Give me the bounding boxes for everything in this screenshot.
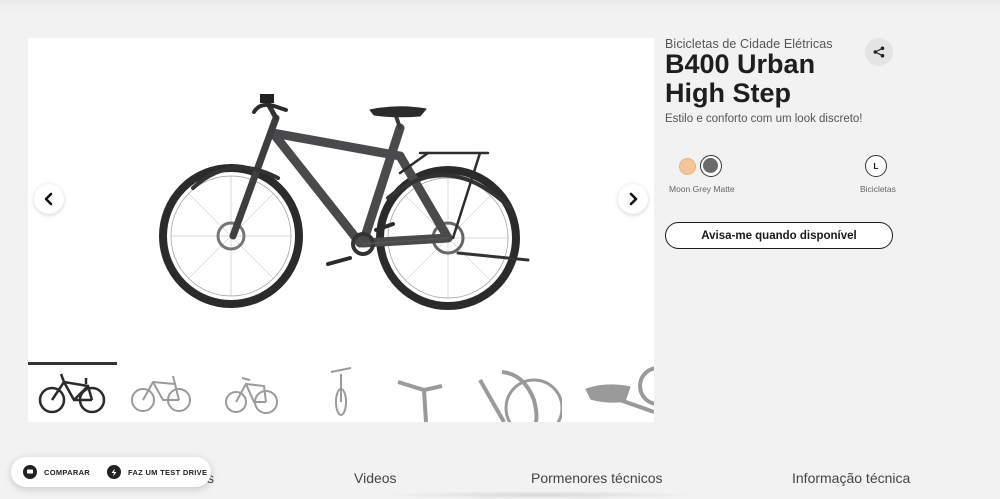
notify-when-available-button[interactable]: Avisa-me quando disponível (665, 222, 893, 249)
chat-icon (23, 465, 37, 479)
chevron-right-icon (629, 192, 638, 206)
thumbnail-2[interactable] (117, 360, 206, 422)
compare-label: COMPARAR (44, 467, 91, 477)
selected-color-label: Moon Grey Matte (669, 184, 735, 194)
thumbnail-strip (28, 360, 654, 422)
tab-technical-details[interactable]: Pormenores técnicos (531, 470, 663, 486)
product-gallery (28, 38, 654, 422)
bolt-icon (107, 465, 121, 479)
top-bar (0, 0, 1000, 12)
floating-action-bar: COMPARAR FAZ UM TEST DRIVE (11, 457, 211, 487)
chevron-left-icon (44, 192, 53, 206)
tab-technical-info[interactable]: Informação técnica (792, 470, 910, 486)
gallery-next-button[interactable] (618, 184, 648, 214)
tab-videos[interactable]: Videos (354, 470, 397, 486)
bike-main-image (159, 94, 530, 310)
color-swatch-peach[interactable] (679, 158, 696, 175)
thumbnail-1[interactable] (28, 360, 117, 422)
gallery-prev-button[interactable] (34, 184, 64, 214)
test-drive-label: FAZ UM TEST DRIVE (128, 467, 208, 477)
thumbnail-5[interactable] (384, 360, 564, 422)
thumbnail-6[interactable] (562, 360, 654, 422)
color-swatch-moon-grey-matte[interactable] (700, 155, 722, 177)
compare-button[interactable]: COMPARAR (23, 457, 90, 487)
share-icon (873, 46, 885, 58)
product-tagline: Estilo e conforto com um look discreto! (665, 113, 863, 125)
test-drive-button[interactable]: FAZ UM TEST DRIVE (107, 457, 207, 487)
product-title: B400 Urban High Step (665, 49, 816, 108)
thumbnail-3[interactable] (206, 360, 295, 422)
size-label: Bicicletas (860, 184, 896, 194)
thumbnail-4[interactable] (295, 360, 384, 422)
size-option-l[interactable]: L (865, 155, 887, 177)
bottom-fade (380, 491, 700, 499)
share-button[interactable] (865, 38, 893, 66)
